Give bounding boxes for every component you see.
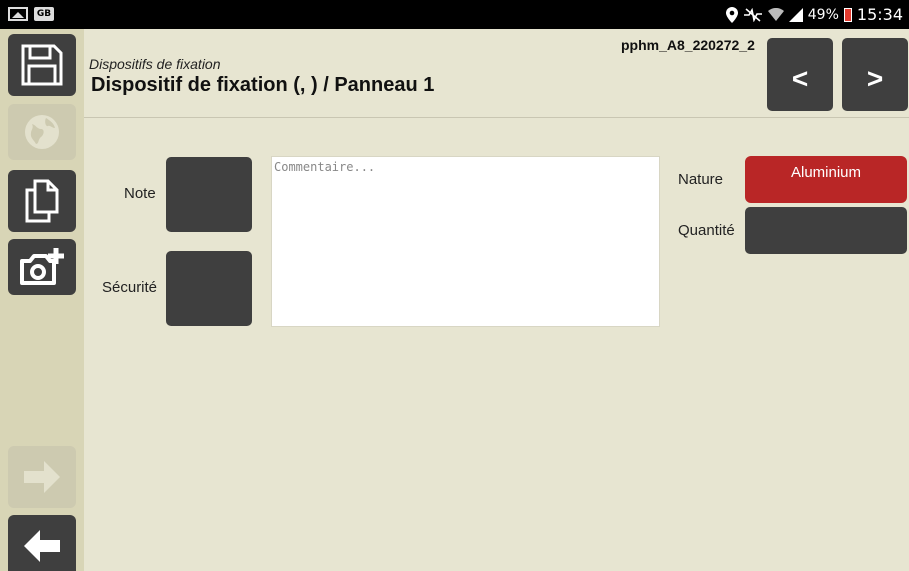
status-bar: GB 49% 15:34 <box>0 0 909 29</box>
battery-icon <box>843 7 852 22</box>
wifi-icon <box>767 7 784 21</box>
sidebar <box>0 29 84 571</box>
page-title: Dispositif de fixation (, ) / Panneau 1 <box>91 74 435 96</box>
next-arrow-button[interactable] <box>8 446 76 508</box>
comment-textarea[interactable] <box>271 156 660 327</box>
breadcrumb: Dispositifs de fixation <box>89 56 221 72</box>
mute-icon <box>743 7 762 22</box>
save-button[interactable] <box>8 34 76 96</box>
clock: 15:34 <box>856 5 903 24</box>
nature-select[interactable]: Aluminium <box>745 156 907 203</box>
signal-icon <box>788 7 803 22</box>
previous-button[interactable]: < <box>767 38 833 111</box>
arrow-left-icon <box>24 530 60 562</box>
arrow-right-icon <box>24 461 60 493</box>
gb-badge: GB <box>34 7 54 21</box>
note-field[interactable] <box>166 157 252 232</box>
add-photo-icon <box>20 248 64 285</box>
securite-field[interactable] <box>166 251 252 326</box>
save-icon <box>21 44 63 86</box>
quantite-label: Quantité <box>678 222 735 239</box>
location-icon <box>725 6 738 23</box>
gallery-notification-icon <box>8 7 28 21</box>
globe-icon <box>25 115 59 149</box>
nature-label: Nature <box>678 171 724 188</box>
back-arrow-button[interactable] <box>8 515 76 571</box>
copy-icon <box>25 179 59 223</box>
quantite-field[interactable] <box>745 207 907 254</box>
globe-button[interactable] <box>8 104 76 160</box>
next-button[interactable]: > <box>842 38 908 111</box>
record-id: pphm_A8_220272_2 <box>621 37 755 53</box>
note-label: Note <box>124 185 156 202</box>
header: Dispositifs de fixation Dispositif de fi… <box>84 29 909 118</box>
add-photo-button[interactable] <box>8 239 76 295</box>
battery-percent: 49% <box>807 6 839 23</box>
copy-button[interactable] <box>8 170 76 232</box>
securite-label: Sécurité <box>102 279 158 296</box>
